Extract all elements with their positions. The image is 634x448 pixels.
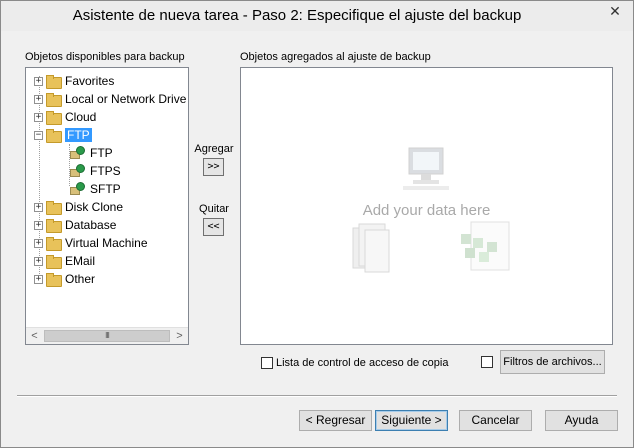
remove-label: Quitar [199, 203, 229, 215]
added-objects-list[interactable]: Add your data here [240, 67, 613, 345]
folder-icon [46, 201, 62, 215]
documents-icon [352, 223, 390, 273]
tree-item-label: Other [65, 272, 96, 286]
added-objects-label: Objetos agregados al ajuste de backup [240, 51, 431, 63]
tree-item-label: Disk Clone [65, 200, 124, 214]
expand-icon[interactable]: + [34, 238, 43, 248]
empty-placeholder-text: Add your data here [362, 202, 491, 219]
window-title: Asistente de nueva tarea - Paso 2: Espec… [72, 7, 522, 24]
expand-icon[interactable]: + [34, 202, 43, 212]
tree-item-label: SFTP [90, 182, 121, 196]
available-objects-tree[interactable]: + Favorites + Local or Network Drive + C… [25, 67, 189, 345]
remove-button[interactable]: << [203, 218, 224, 236]
scroll-right-icon[interactable]: > [171, 328, 188, 344]
folder-icon [46, 219, 62, 233]
tree-item-virtual-machine[interactable]: + Virtual Machine [34, 234, 148, 252]
cancel-button[interactable]: Cancelar [459, 410, 532, 431]
tree-item-cloud[interactable]: + Cloud [34, 108, 96, 126]
tree-item-label: Database [65, 218, 117, 232]
expand-icon[interactable]: + [34, 112, 43, 122]
folder-icon [46, 75, 62, 89]
file-filters-button[interactable]: Filtros de archivos... [500, 350, 605, 374]
separator [17, 395, 617, 397]
tree-item-local-network-drive[interactable]: + Local or Network Drive [34, 90, 186, 108]
expand-icon[interactable]: + [34, 274, 43, 284]
tree-item-email[interactable]: + EMail [34, 252, 95, 270]
tree-item-ftps[interactable]: FTPS [70, 162, 121, 180]
tree-item-label: Cloud [65, 110, 97, 124]
computer-icon [403, 147, 449, 190]
expand-icon[interactable]: + [34, 256, 43, 266]
tree-item-label: Virtual Machine [65, 236, 148, 250]
acl-label: Lista de control de acceso de copia [276, 357, 449, 369]
folder-icon [46, 129, 62, 143]
tree-item-ftp-child[interactable]: FTP [70, 144, 113, 162]
tree-item-favorites[interactable]: + Favorites [34, 72, 114, 90]
title-bar: Asistente de nueva tarea - Paso 2: Espec… [1, 1, 633, 31]
close-icon[interactable]: ✕ [601, 1, 629, 21]
tree-item-database[interactable]: + Database [34, 216, 116, 234]
tree-item-label: FTP [90, 146, 113, 160]
folder-icon [46, 93, 62, 107]
folder-icon [46, 111, 62, 125]
add-label: Agregar [194, 143, 234, 155]
network-computer-icon [70, 182, 86, 196]
scroll-left-icon[interactable]: < [26, 328, 43, 344]
expand-icon[interactable]: + [34, 94, 43, 104]
database-icon [461, 221, 510, 271]
scroll-thumb[interactable]: III [44, 330, 170, 342]
wizard-window: Asistente de nueva tarea - Paso 2: Espec… [0, 0, 634, 448]
tree-item-label: Local or Network Drive [65, 92, 187, 106]
help-button[interactable]: Ayuda [545, 410, 618, 431]
folder-icon [46, 255, 62, 269]
collapse-icon[interactable]: − [34, 130, 43, 140]
back-button[interactable]: < Regresar [299, 410, 372, 431]
filter-checkbox[interactable] [481, 356, 493, 368]
tree-item-disk-clone[interactable]: + Disk Clone [34, 198, 123, 216]
expand-icon[interactable]: + [34, 76, 43, 86]
tree-item-label: Favorites [65, 74, 115, 88]
available-objects-label: Objetos disponibles para backup [25, 51, 185, 63]
network-computer-icon [70, 146, 86, 160]
acl-checkbox[interactable] [261, 357, 273, 369]
add-button[interactable]: >> [203, 158, 224, 176]
tree-item-label: FTPS [90, 164, 121, 178]
tree-item-other[interactable]: + Other [34, 270, 95, 288]
expand-icon[interactable]: + [34, 220, 43, 230]
next-button[interactable]: Siguiente > [375, 410, 448, 431]
tree-item-label: FTP [65, 128, 92, 142]
network-computer-icon [70, 164, 86, 178]
folder-icon [46, 273, 62, 287]
tree-item-sftp[interactable]: SFTP [70, 180, 121, 198]
tree-item-label: EMail [65, 254, 96, 268]
folder-icon [46, 237, 62, 251]
tree-item-ftp[interactable]: − FTP [34, 126, 92, 144]
horizontal-scrollbar[interactable]: < III > [26, 327, 188, 344]
